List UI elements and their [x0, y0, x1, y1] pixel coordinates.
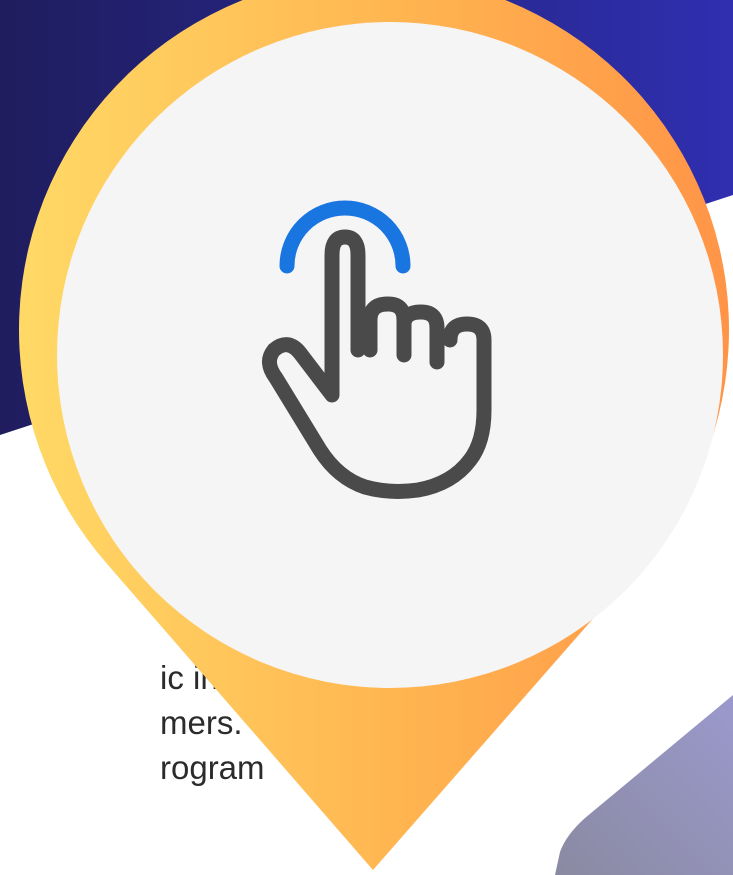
promo-graphic: ic into mers. rogram — [0, 0, 733, 875]
tap-gesture-icon — [240, 190, 500, 520]
